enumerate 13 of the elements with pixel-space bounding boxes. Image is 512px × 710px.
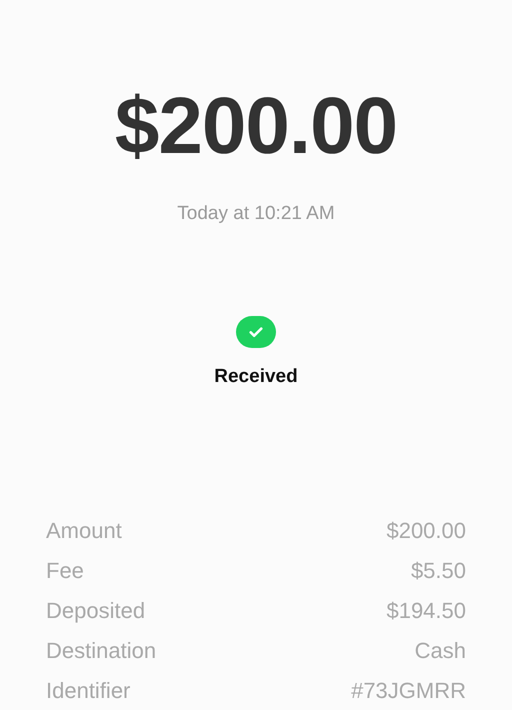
detail-label: Destination — [46, 636, 156, 664]
status-label: Received — [214, 364, 298, 388]
detail-label: Amount — [46, 516, 122, 544]
detail-label: Fee — [46, 556, 84, 584]
amount: $200.00 — [114, 82, 398, 170]
detail-value: $5.50 — [410, 556, 466, 584]
detail-label: Identifier — [46, 676, 130, 704]
detail-label: Deposited — [46, 596, 146, 625]
detail-value: Cash — [414, 636, 466, 664]
detail-value: $200.00 — [386, 516, 466, 544]
timestamp: Today at 10:21 AM — [177, 202, 335, 226]
detail-value: #73JGMRR — [351, 676, 466, 704]
detail-value: $194.50 — [386, 596, 466, 624]
